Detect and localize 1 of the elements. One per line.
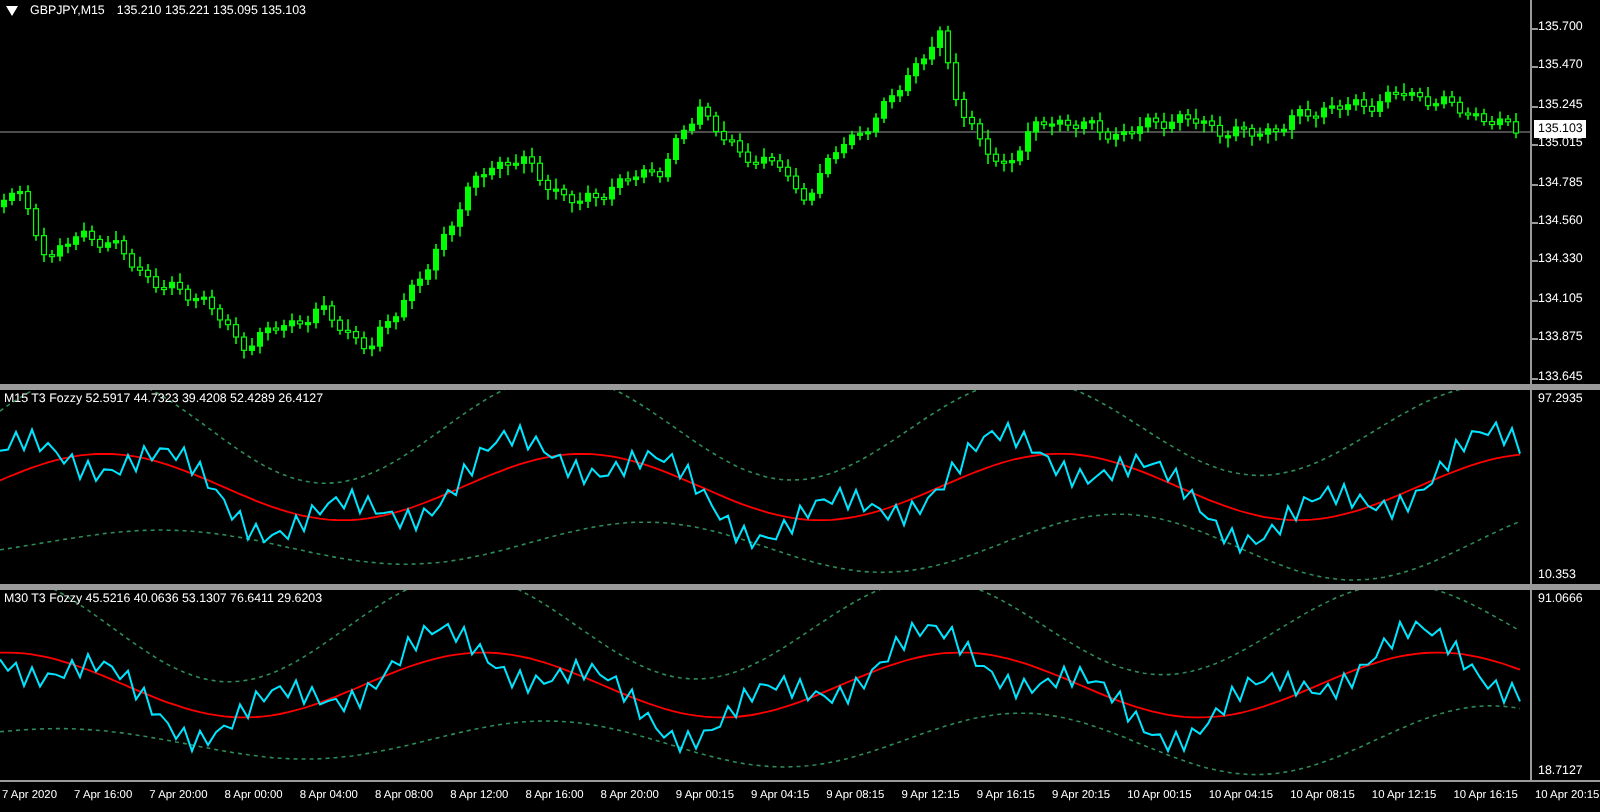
triangle-icon[interactable] <box>6 6 18 16</box>
